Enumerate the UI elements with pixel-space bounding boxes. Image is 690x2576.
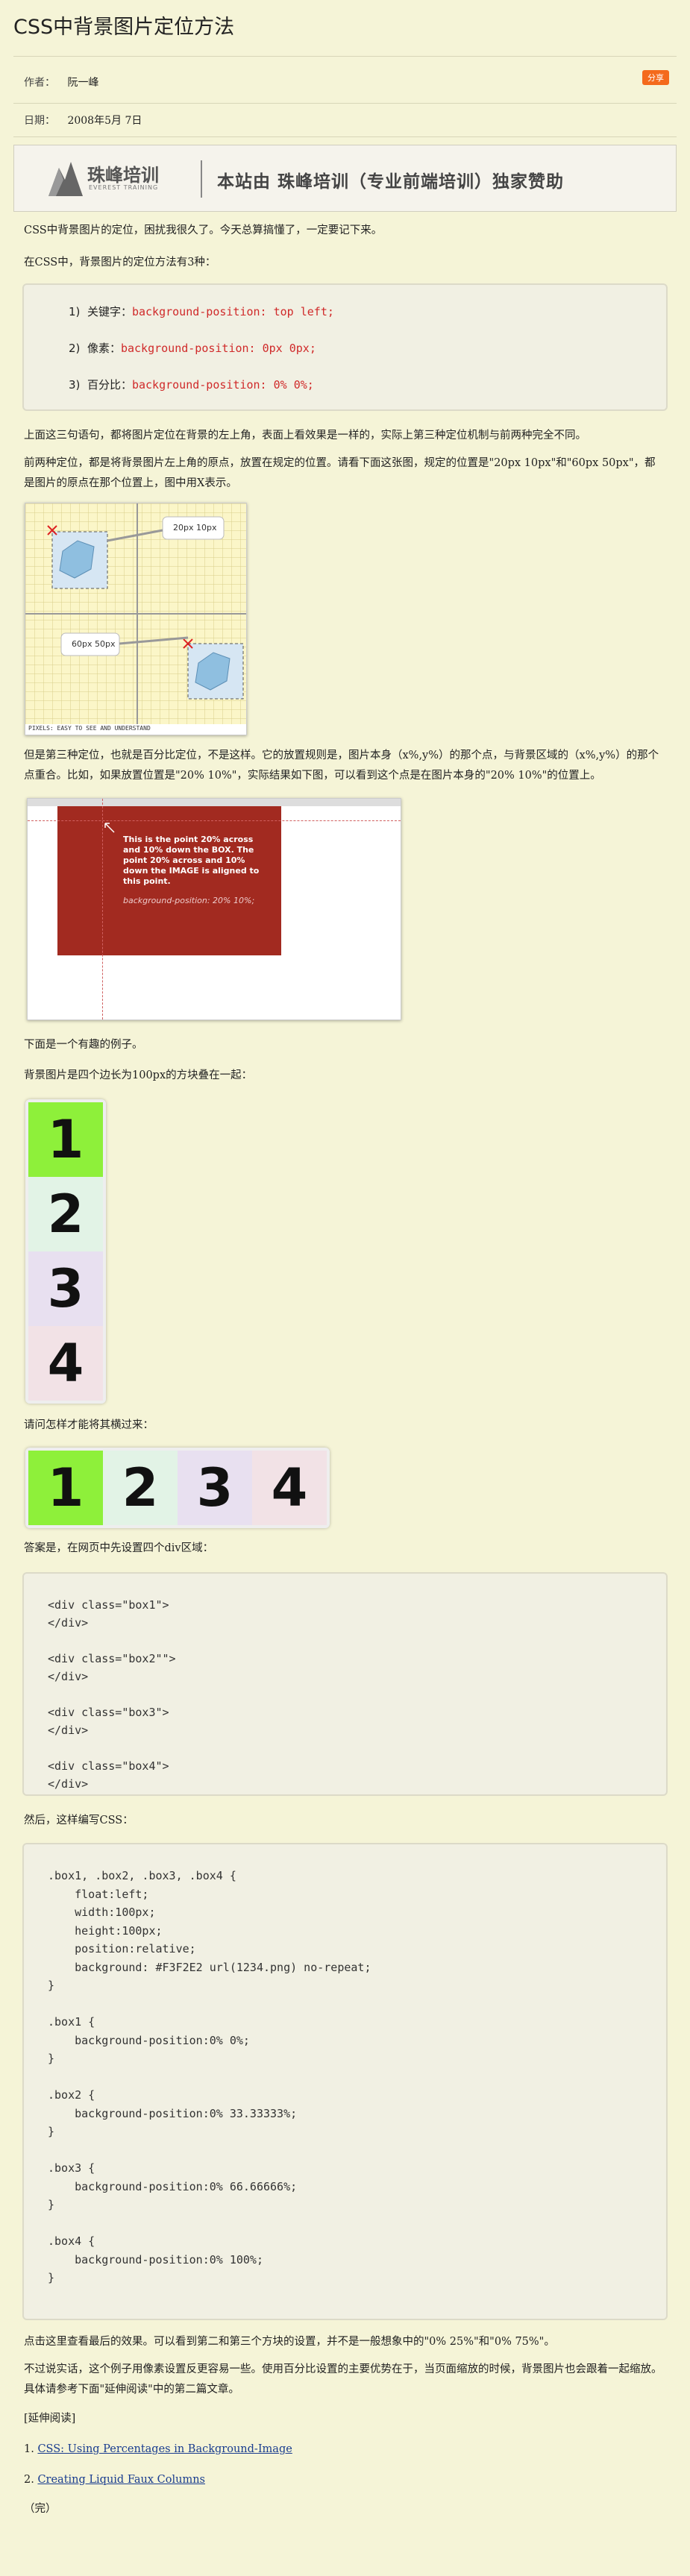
paragraph: 答案是，在网页中先设置四个div区域： — [24, 1542, 214, 1554]
css-code-line: .box2 { — [48, 2088, 95, 2102]
method-item: 2) 像素：background-position: 0px 0px; — [69, 342, 316, 355]
method-item: 3) 百分比：background-position: 0% 0%; — [69, 378, 314, 392]
css-code-line: background-position:0% 100%; — [48, 2252, 263, 2266]
pixel-label-20-10: 20px 10px — [173, 523, 217, 533]
css-code-line: float:left; — [48, 1887, 149, 1901]
paragraph: 请问怎样才能将其横过来： — [24, 1419, 154, 1431]
percent-figure: This is the point 20% across and 10% dow… — [27, 798, 401, 1020]
pixel-grid-illustration — [25, 503, 246, 735]
paragraph: 不过说实话，这个例子用像素设置反更容易一些。使用百分比设置的主要优势在于，当页面… — [24, 2363, 662, 2396]
logo-text-cn: 珠峰培训 — [87, 165, 159, 186]
square-4: 4 — [28, 1326, 103, 1401]
vertical-guide — [102, 799, 103, 1020]
css-code-block: .box1, .box2, .box3, .box4 { float:left;… — [22, 1843, 668, 2320]
date-value: 2008年5月 7日 — [67, 115, 142, 127]
vertical-squares: 1 2 3 4 — [25, 1099, 106, 1404]
square-4: 4 — [252, 1451, 327, 1525]
square-2: 2 — [103, 1451, 178, 1525]
figure-caption: PIXELS: EASY TO SEE AND UNDERSTAND — [28, 725, 151, 732]
paragraph: 然后，这样编写CSS： — [24, 1815, 134, 1826]
css-code-line: } — [48, 1979, 55, 1992]
css-code-line: } — [48, 2052, 55, 2065]
css-code-line: width:100px; — [48, 1906, 156, 1919]
paragraph: 上面这三句语句，都将图片定位在背景的左上角，表面上看效果是一样的，实际上第三种定… — [24, 430, 586, 442]
css-code-line: .box4 { — [48, 2234, 95, 2248]
method-item: 1) 关键字：background-position: top left; — [69, 305, 334, 318]
css-code-line: } — [48, 2271, 55, 2284]
div-code-block: <div class="box1"> </div> <div class="box… — [22, 1572, 668, 1796]
methods-box: 1) 关键字：background-position: top left; 2)… — [22, 283, 668, 411]
square-1: 1 — [28, 1451, 103, 1525]
css-code-line: .box3 { — [48, 2161, 95, 2175]
square-2: 2 — [28, 1177, 103, 1251]
article-page: CSS中背景图片定位方法 作者： 阮一峰 分享 日期： 2008年5月 7日 珠… — [0, 0, 690, 2576]
date-row: 日期： 2008年5月 7日 — [24, 113, 142, 128]
css-code-line — [48, 2214, 666, 2233]
date-divider — [13, 136, 677, 137]
pixel-figure: 20px 10px 60px 50px PIXELS: EASY TO SEE … — [25, 503, 247, 735]
css-code-line: .box1, .box2, .box3, .box4 { — [48, 1869, 236, 1882]
banner-slogan: 本站由 珠峰培训（专业前端培训）独家赞助 — [217, 172, 565, 192]
css-code-line: } — [48, 2198, 55, 2211]
date-label: 日期： — [24, 115, 55, 127]
link-css-percentages[interactable]: CSS: Using Percentages in Background-Ima… — [37, 2443, 292, 2455]
horizontal-guide — [28, 820, 401, 821]
pixel-label-60-50: 60px 50px — [72, 639, 116, 649]
banner-divider — [201, 160, 202, 198]
paragraph: 下面是一个有趣的例子。 — [24, 1039, 143, 1051]
methods-list: 1) 关键字：background-position: top left; 2)… — [24, 294, 666, 403]
sponsor-banner[interactable]: 珠峰培训 EVEREST TRAINING 本站由 珠峰培训（专业前端培训）独家… — [13, 145, 677, 212]
logo-text-en: EVEREST TRAINING — [89, 184, 159, 191]
paragraph: 但是第三种定位，也就是百分比定位，不是这样。它的放置规则是，图片本身（x%,y%… — [24, 750, 659, 782]
horizontal-squares: 1 2 3 4 — [25, 1448, 330, 1528]
author-row: 作者： 阮一峰 — [24, 75, 98, 89]
figure-top-bar — [28, 799, 401, 806]
author-label: 作者： — [24, 77, 55, 89]
further-link-1: 1. CSS: Using Percentages in Background-… — [24, 2443, 292, 2455]
paragraph: 点击这里查看最后的效果。可以看到第二和第三个方块的设置，并不是一般想象中的"0%… — [0, 2332, 690, 2352]
css-code-line: .box1 { — [48, 2015, 95, 2029]
further-link-2: 2. Creating Liquid Faux Columns — [24, 2474, 205, 2486]
css-code-line — [48, 1995, 666, 2014]
css-code-line: background-position:0% 0%; — [48, 2033, 250, 2047]
paragraph: 背景图片是四个边长为100px的方块叠在一起： — [24, 1069, 253, 1081]
author-name: 阮一峰 — [67, 77, 99, 89]
css-code-line: background: #F3F2E2 url(1234.png) no-rep… — [48, 1960, 371, 1974]
css-code-line — [48, 2068, 666, 2087]
css-code-line: background-position:0% 66.66666%; — [48, 2179, 298, 2193]
css-code-line: } — [48, 2125, 55, 2138]
share-button[interactable]: 分享 — [642, 70, 669, 85]
square-3: 3 — [178, 1451, 252, 1525]
square-3: 3 — [28, 1251, 103, 1326]
further-reading-heading: [延伸阅读] — [24, 2413, 76, 2425]
css-code-line — [48, 2141, 666, 2160]
css-code-line: background-position:0% 33.33333%; — [48, 2106, 298, 2120]
date-meta: 日期： 2008年5月 7日 — [0, 104, 690, 136]
percent-explanation: This is the point 20% across and 10% dow… — [123, 835, 260, 905]
link-liquid-faux-columns[interactable]: Creating Liquid Faux Columns — [37, 2474, 205, 2486]
paragraph: 前两种定位，都是将背景图片左上角的原点，放置在规定的位置。请看下面这张图，规定的… — [24, 457, 656, 489]
page-title: CSS中背景图片定位方法 — [13, 16, 235, 39]
demo-link[interactable]: 点击这里查看最后的效果。可以看到第二和第三个方块的设置，并不是一般想象中的"0%… — [24, 2336, 555, 2348]
square-1: 1 — [28, 1102, 103, 1177]
pointer-arrow-icon — [104, 822, 117, 835]
css-code-line: height:100px; — [48, 1923, 163, 1938]
css-code-line: position:relative; — [48, 1942, 196, 1955]
article-meta: 作者： 阮一峰 分享 — [0, 57, 690, 103]
end-mark: （完） — [24, 2503, 57, 2515]
paragraph: 在CSS中，背景图片的定位方法有3种： — [24, 257, 216, 268]
paragraph: CSS中背景图片的定位，困扰我很久了。今天总算搞懂了，一定要记下来。 — [24, 224, 383, 236]
